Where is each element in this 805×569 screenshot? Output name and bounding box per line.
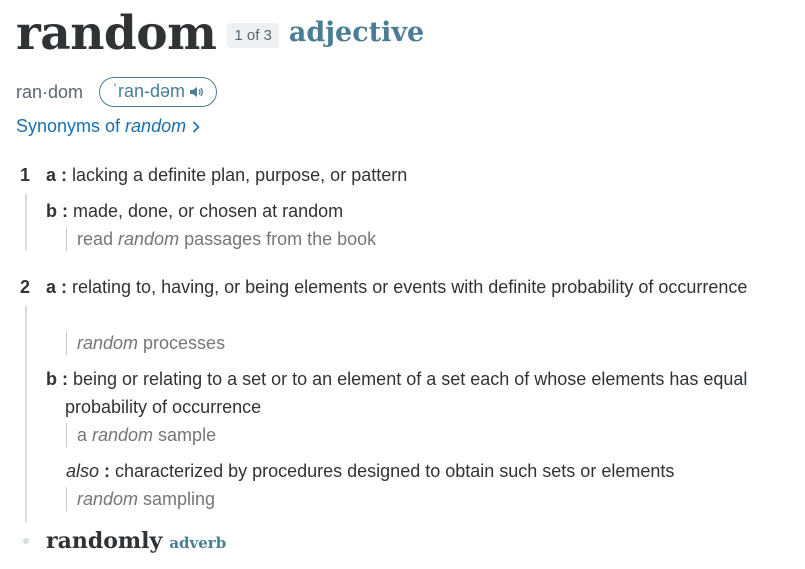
synonyms-link[interactable]: Synonyms of random (16, 116, 200, 137)
sense-2b-also: also : characterized by procedures desig… (66, 461, 675, 481)
sense-number: 1 (20, 165, 31, 185)
definition-text: characterized by procedures designed to … (115, 461, 675, 481)
definition-text: lacking a definite plan, purpose, or pat… (72, 165, 408, 185)
definition-text: being or relating to a set or to an elem… (65, 369, 748, 417)
sense-line (25, 306, 27, 522)
pronunciation-text: ˈran-dəm (112, 81, 186, 101)
synonyms-link-prefix: Synonyms of (16, 116, 121, 136)
example-sentence: a random sample (66, 423, 216, 447)
sense-letter: a (46, 165, 57, 185)
example-sentence: random processes (66, 331, 225, 355)
also-label: also (66, 461, 100, 481)
definition-text: relating to, having, or being elements o… (72, 277, 748, 297)
pronunciation-row: ran·dom ˈran-dəm (16, 77, 218, 107)
run-on-dot (23, 538, 29, 544)
part-of-speech[interactable]: adjective (289, 17, 424, 48)
definition-text: made, done, or chosen at random (73, 201, 344, 221)
speaker-icon (190, 86, 204, 98)
sense-1b: b : made, done, or chosen at random (46, 201, 344, 221)
run-on-entry: randomly adverb (46, 528, 226, 554)
sense-1a: a : lacking a definite plan, purpose, or… (46, 165, 408, 185)
entry-header: random 1 of 3 adjective (16, 6, 424, 66)
sense-letter: b (46, 201, 57, 221)
sense-2a: a : relating to, having, or being elemen… (46, 277, 748, 297)
chevron-right-icon (192, 120, 200, 133)
synonyms-link-word: random (125, 116, 187, 136)
sense-2b: b : being or relating to a set or to an … (46, 369, 748, 417)
sense-letter: a (46, 277, 57, 297)
sense-letter: b (46, 369, 57, 389)
pronunciation-button[interactable]: ˈran-dəm (99, 77, 218, 107)
headword: random (16, 6, 217, 61)
example-sentence: random sampling (66, 487, 215, 511)
run-on-part-of-speech[interactable]: adverb (169, 534, 226, 552)
homograph-badge: 1 of 3 (227, 23, 279, 48)
sense-number: 2 (20, 277, 31, 297)
run-on-word: randomly (46, 528, 163, 554)
example-sentence: read random passages from the book (66, 227, 376, 251)
hyphenation: ran·dom (16, 81, 84, 102)
sense-line (25, 194, 27, 250)
